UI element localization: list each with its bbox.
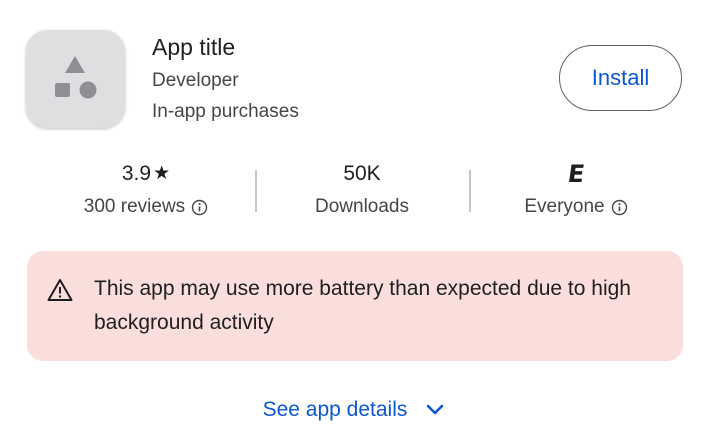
app-icon[interactable]: [26, 30, 125, 128]
info-icon[interactable]: [611, 199, 628, 216]
content-rating-label: Everyone: [524, 196, 605, 217]
reviews-count: 300 reviews: [83, 196, 186, 217]
shapes-placeholder-icon: [55, 56, 97, 99]
in-app-purchases-label: In-app purchases: [152, 101, 299, 122]
battery-warning-banner: This app may use more battery than expec…: [27, 251, 683, 361]
esrb-badge-icon: E: [565, 160, 587, 188]
warning-triangle-icon: [47, 279, 73, 301]
warning-text: This app may use more battery than expec…: [94, 277, 631, 334]
rating-value: 3.9: [121, 162, 152, 185]
content-rating-stat[interactable]: E Everyone: [486, 160, 666, 218]
downloads-stat: 50K Downloads: [272, 160, 452, 218]
app-title: App title: [152, 34, 236, 60]
stat-divider: [469, 170, 471, 212]
see-app-details-link[interactable]: See app details: [0, 398, 711, 422]
info-icon[interactable]: [191, 199, 208, 216]
rating-stat[interactable]: 3.9 ★ 300 reviews: [56, 160, 236, 218]
install-button[interactable]: Install: [559, 45, 682, 111]
see-app-details-label: See app details: [262, 398, 408, 421]
downloads-label: Downloads: [315, 196, 409, 217]
stat-divider: [255, 170, 257, 212]
developer-link[interactable]: Developer: [152, 70, 239, 92]
star-icon: ★: [153, 163, 171, 184]
app-listing-card: App title Developer In-app purchases Ins…: [0, 0, 711, 445]
downloads-value: 50K: [343, 162, 381, 185]
chevron-down-icon: [427, 404, 444, 415]
